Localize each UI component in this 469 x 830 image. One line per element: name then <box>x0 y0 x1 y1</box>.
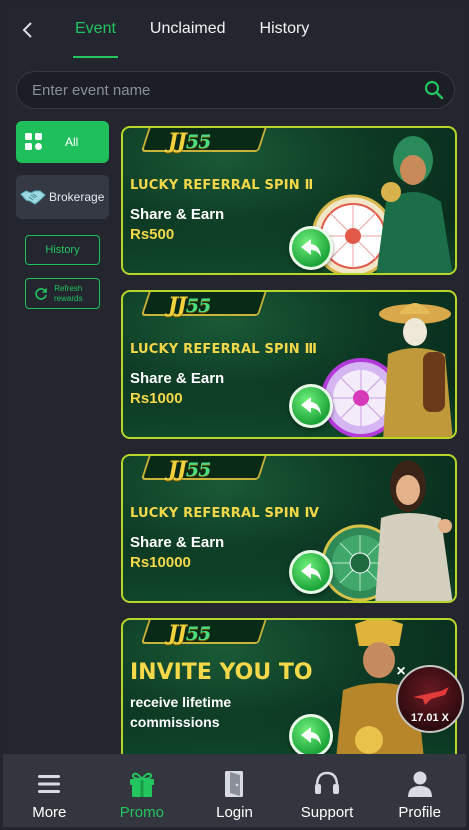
brand-logo: JJ55 <box>168 456 211 481</box>
headset-icon <box>315 771 340 794</box>
banner-subtitle: Share & Earn <box>130 206 225 223</box>
brand-logo: JJ55 <box>168 128 211 153</box>
app-frame: Event Unclaimed History All Brokerage <box>3 3 466 827</box>
banner-subtitle: Share & Earn <box>130 534 225 551</box>
category-all-label: All <box>65 135 79 149</box>
share-button[interactable] <box>289 226 333 270</box>
banner-amount: Rs500 <box>130 226 175 243</box>
refresh-rewards-label: Refresh rewards <box>54 283 83 303</box>
search-bar <box>16 71 455 109</box>
refresh-rewards-button[interactable]: Refresh rewards <box>25 278 100 309</box>
refresh-icon <box>35 287 47 300</box>
event-banner-spin-2[interactable]: JJ55 LUCKY REFERRAL SPIN Ⅱ Share & Earn … <box>121 126 457 275</box>
banner-title: LUCKY REFERRAL SPIN Ⅳ <box>130 506 320 521</box>
share-button[interactable] <box>289 714 333 756</box>
tab-event[interactable]: Event <box>58 3 133 58</box>
nav-promo[interactable]: Promo <box>97 754 187 827</box>
banner-amount: Rs1000 <box>130 390 183 407</box>
tab-history[interactable]: History <box>243 3 327 58</box>
handshake-icon <box>20 190 46 205</box>
search-icon <box>424 80 444 100</box>
nav-profile-label: Profile <box>398 804 441 821</box>
tab-unclaimed[interactable]: Unclaimed <box>133 3 243 58</box>
event-banner-spin-4[interactable]: JJ55 LUCKY REFERRAL SPIN Ⅳ Share & Earn … <box>121 454 457 603</box>
banner-subtitle: Share & Earn <box>130 370 225 387</box>
nav-promo-label: Promo <box>119 804 164 821</box>
chevron-left-icon <box>22 22 32 38</box>
category-brokerage-button[interactable]: Brokerage <box>16 175 109 219</box>
nav-login[interactable]: Login <box>189 754 279 827</box>
category-all-button[interactable]: All <box>16 121 109 163</box>
character-illustration <box>376 136 453 273</box>
share-button[interactable] <box>289 384 333 428</box>
door-icon <box>225 771 244 797</box>
character-illustration <box>379 303 453 437</box>
tab-bar: Event Unclaimed History <box>58 3 326 58</box>
nav-more[interactable]: More <box>4 754 94 827</box>
share-arrow-icon <box>301 239 321 257</box>
multiplier-value: 17.01 X <box>411 712 449 724</box>
bottom-navigation: More Promo Login Support Profile <box>3 754 466 827</box>
nav-login-label: Login <box>216 804 253 821</box>
search-button[interactable] <box>414 72 454 108</box>
history-button[interactable]: History <box>25 235 100 265</box>
top-bar: Event Unclaimed History <box>3 3 466 58</box>
banner-title: LUCKY REFERRAL SPIN Ⅱ <box>130 178 314 193</box>
plane-icon <box>413 687 449 705</box>
close-icon[interactable]: × <box>390 661 412 683</box>
nav-support[interactable]: Support <box>282 754 372 827</box>
search-input[interactable] <box>17 81 414 99</box>
banner-amount: Rs10000 <box>130 554 191 571</box>
share-arrow-icon <box>301 563 321 581</box>
share-arrow-icon <box>301 727 321 745</box>
character-illustration <box>375 460 453 601</box>
share-arrow-icon <box>301 397 321 415</box>
event-banner-spin-3[interactable]: JJ55 LUCKY REFERRAL SPIN Ⅲ Share & Earn … <box>121 290 457 439</box>
share-button[interactable] <box>289 550 333 594</box>
banner-title: INVITE YOU TO <box>130 660 313 685</box>
banner-subtitle: receive lifetime commissions <box>130 694 232 730</box>
menu-icon <box>38 775 61 793</box>
user-icon <box>407 771 432 797</box>
brand-logo: JJ55 <box>168 620 211 645</box>
back-button[interactable] <box>15 17 41 43</box>
brand-logo: JJ55 <box>168 292 211 317</box>
nav-profile[interactable]: Profile <box>375 754 465 827</box>
event-list: JJ55 LUCKY REFERRAL SPIN Ⅱ Share & Earn … <box>121 120 457 756</box>
nav-more-label: More <box>32 804 67 821</box>
gift-icon <box>129 772 154 797</box>
banner-title: LUCKY REFERRAL SPIN Ⅲ <box>130 342 318 357</box>
category-brokerage-label: Brokerage <box>49 190 105 204</box>
nav-support-label: Support <box>300 804 354 821</box>
grid-icon <box>25 133 42 150</box>
